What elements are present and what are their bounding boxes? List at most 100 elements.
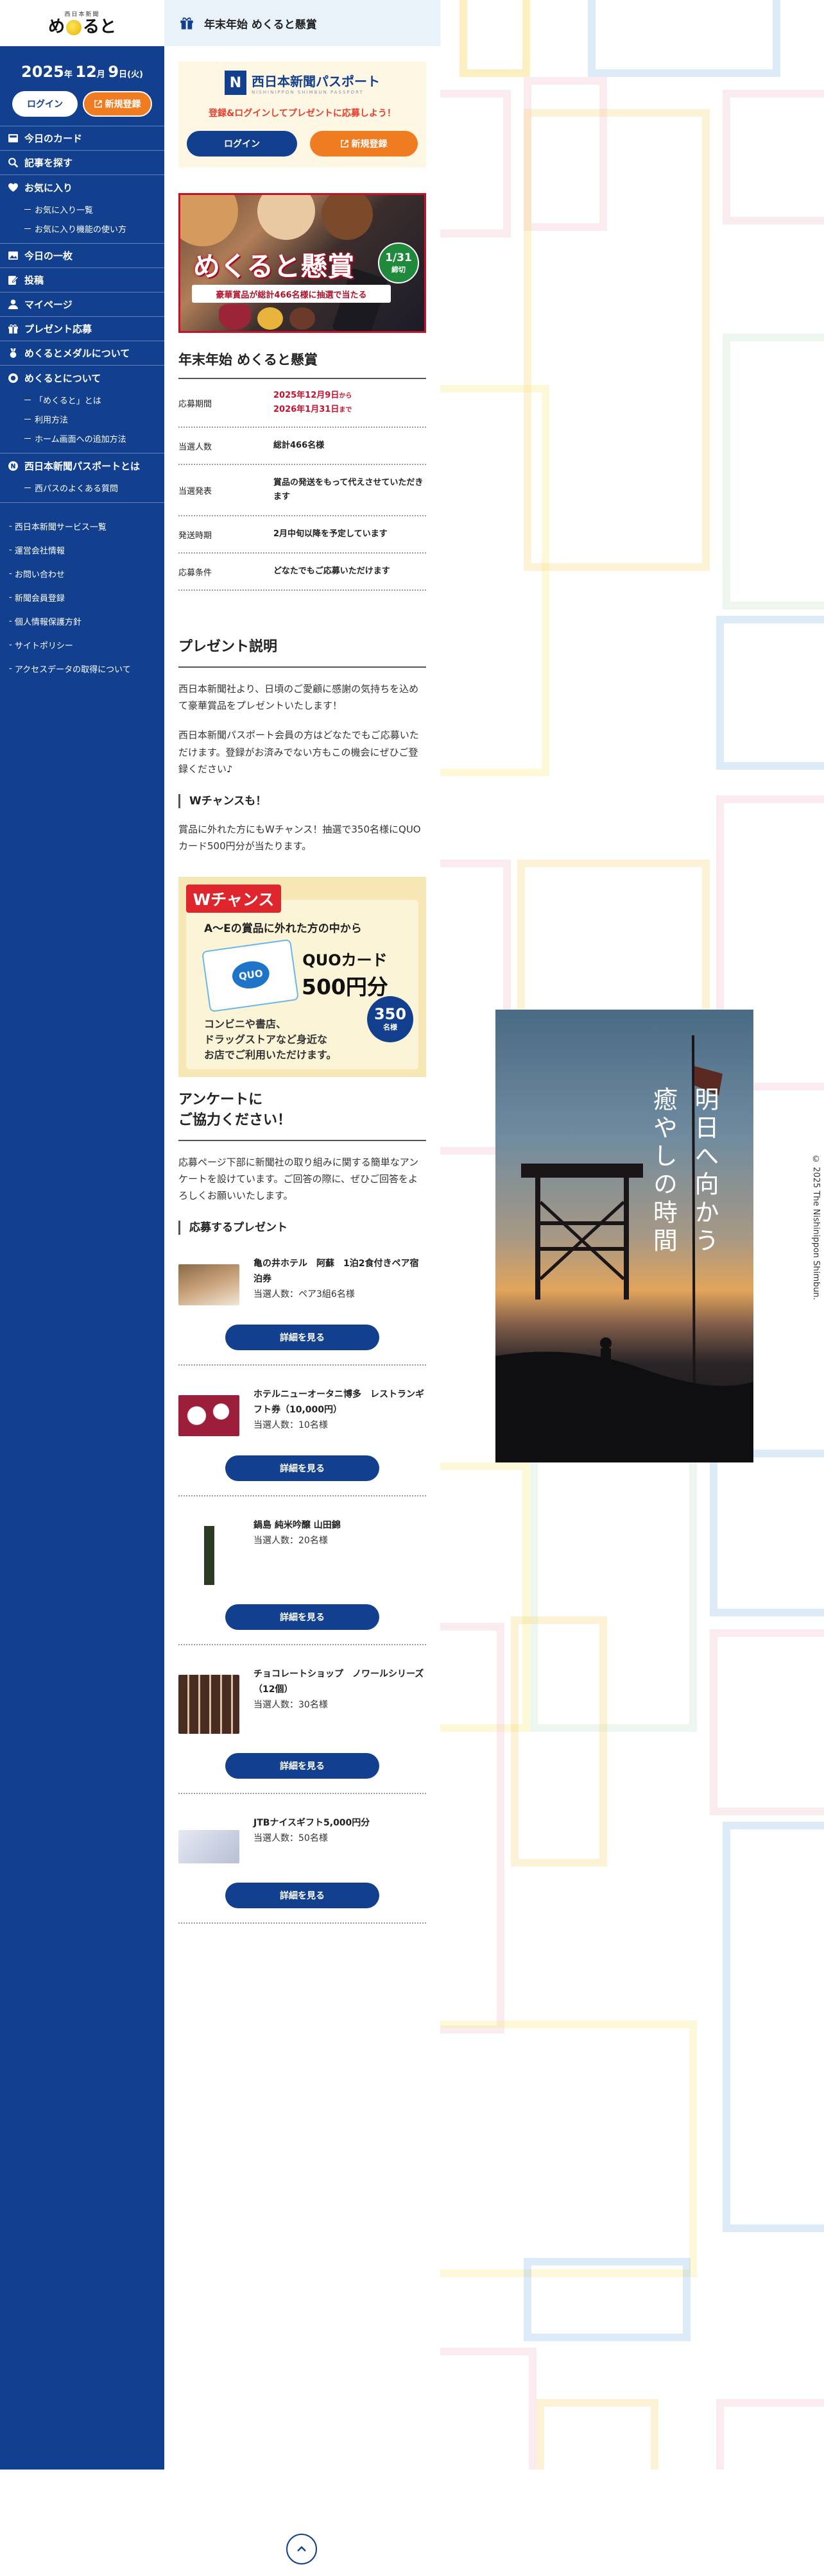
nav-about-what[interactable]: 「めくると」とは — [0, 390, 164, 409]
prize-count: 当選人数：ペア3組6名様 — [253, 1289, 355, 1300]
nav-about-group: めくるとについて 「めくると」とは 利用方法 ホーム画面への追加方法 — [0, 366, 164, 453]
logo-text-left: め — [47, 17, 65, 37]
passport-logo-mark: N — [225, 71, 246, 95]
external-link-icon — [340, 140, 348, 148]
nav-find-article-label: 記事を探す — [24, 157, 73, 169]
detail-value: 賞品の発送をもって代えさせていただきます — [273, 477, 424, 502]
page-header: 年末年始 めくると懸賞 — [164, 0, 440, 46]
footer-link-access-data[interactable]: アクセスデータの取得について — [0, 657, 164, 681]
nav-today-card[interactable]: 今日のカード — [0, 126, 164, 151]
passport-icon — [8, 461, 18, 471]
prize-detail-button[interactable]: 詳細を見る — [225, 1604, 379, 1631]
footer-link-contact[interactable]: お問い合わせ — [0, 562, 164, 586]
search-icon — [8, 158, 19, 168]
footer-link-company[interactable]: 運営会社情報 — [0, 538, 164, 562]
detail-row: 発送時期 2月中旬以降を予定しています — [178, 516, 426, 554]
gift-icon — [180, 17, 193, 30]
date-month-unit: 月 — [96, 70, 105, 80]
nav-about-usage[interactable]: 利用方法 — [0, 409, 164, 428]
detail-row: 当選発表 賞品の発送をもって代えさせていただきます — [178, 465, 426, 516]
footer-link-policy[interactable]: サイトポリシー — [0, 633, 164, 657]
passport-logo-text: 西日本新聞パスポート — [252, 73, 380, 89]
gift-icon — [8, 324, 18, 334]
nav-present-label: プレゼント応募 — [24, 323, 92, 335]
prize-count: 当選人数：50名様 — [253, 1833, 328, 1844]
passport-logo: N 西日本新聞パスポート NISHINIPPON SHIMBUN PASSPOR… — [225, 71, 380, 95]
campaign-details: 応募期間 2025年12月9日から 2026年1月31日まで 当選人数 総計46… — [164, 379, 440, 591]
sidebar-register-button[interactable]: 新規登録 — [83, 91, 152, 117]
food-decoration — [322, 195, 373, 240]
sidebar-login-button[interactable]: ログイン — [12, 91, 78, 117]
winner-count-unit: 名様 — [383, 1022, 397, 1031]
logo-wordmark: め ると — [48, 18, 116, 37]
prize-detail-button[interactable]: 詳細を見る — [225, 1325, 379, 1351]
prize-count: 当選人数：30名様 — [253, 1699, 328, 1710]
nav-find-article[interactable]: 記事を探す — [0, 151, 164, 175]
nav-present[interactable]: プレゼント応募 — [0, 317, 164, 341]
footer-link-services[interactable]: 西日本新聞サービス一覧 — [0, 514, 164, 538]
main-content: 年末年始 めくると懸賞 N 西日本新聞パスポート NISHINIPPON SHI… — [164, 0, 440, 2576]
date-year: 2025 — [21, 63, 64, 81]
wchance-head: A～Eの賞品に外れた方の中から — [204, 922, 362, 935]
winner-count: 350 — [373, 1004, 407, 1023]
wchance-image: Wチャンス A～Eの賞品に外れた方の中から QUO QUOカード 500円分 3… — [178, 876, 426, 1077]
nav-passport-faq[interactable]: 西パスのよくある質問 — [0, 478, 164, 497]
nav-mypage[interactable]: マイページ — [0, 292, 164, 317]
survey-title-line: アンケートに — [178, 1091, 263, 1108]
footer-link-privacy[interactable]: 個人情報保護方針 — [0, 609, 164, 633]
nav-post-label: 投稿 — [24, 275, 44, 286]
nav-today-card-label: 今日のカード — [24, 133, 83, 144]
date-month: 12 — [75, 63, 97, 81]
date-weekday: (火) — [127, 70, 143, 80]
prize-name: ホテルニューオータニ博多 レストランギフト券（10,000円） — [253, 1389, 424, 1416]
nav-passport-label: 西日本新聞パスポートとは — [24, 460, 141, 472]
heart-icon — [8, 183, 18, 192]
deadline-label: 締切 — [391, 266, 406, 274]
nav-about[interactable]: めくるとについて — [0, 366, 164, 390]
wchance-tag: Wチャンス — [186, 884, 281, 913]
wchance-title: Wチャンスも！ — [178, 794, 426, 809]
prize-detail-button[interactable]: 詳細を見る — [225, 1455, 379, 1482]
campaign-banner: めくると懸賞 豪華賞品が総計466名様に抽選で当たる 1/31 締切 — [178, 193, 426, 333]
banner-title: めくると懸賞 — [193, 251, 355, 282]
date-year-unit: 年 — [64, 70, 73, 80]
detail-key: 発送時期 — [178, 530, 212, 541]
nav-favorites[interactable]: お気に入り — [0, 175, 164, 199]
user-icon — [8, 300, 18, 309]
photo-caption: 明日へ向かう 癒やしの時間 — [642, 1087, 725, 1256]
photo-caption-line: 癒やしの時間 — [649, 1087, 678, 1256]
register-button[interactable]: 新規登録 — [310, 131, 418, 157]
promo-photo: 明日へ向かう 癒やしの時間 — [495, 1010, 753, 1462]
detail-key: 応募条件 — [178, 568, 212, 578]
prize-detail-button[interactable]: 詳細を見る — [225, 1883, 379, 1909]
prize-detail-button[interactable]: 詳細を見る — [225, 1753, 379, 1779]
nav-today-photo[interactable]: 今日の一枚 — [0, 244, 164, 268]
wchance-usage-line: お店でご利用いただけます。 — [204, 1048, 337, 1061]
quo-card-illustration: QUO — [202, 938, 299, 1013]
prize-name: 亀の井ホテル 阿蘇 1泊2食付きペア宿泊券 — [253, 1258, 419, 1285]
sidebar-auth: ログイン 新規登録 — [0, 87, 164, 126]
nav-post[interactable]: 投稿 — [0, 268, 164, 292]
nav-about-home[interactable]: ホーム画面への追加方法 — [0, 428, 164, 448]
period-end-suffix: まで — [339, 407, 352, 414]
explanation-text: 西日本新聞社より、日頃のご愛顧に感謝の気持ちを込めて豪華賞品をプレゼントいたしま… — [178, 682, 419, 712]
prize-thumbnail — [178, 1675, 239, 1734]
login-button[interactable]: ログイン — [187, 131, 297, 157]
footer-link-subscribe[interactable]: 新聞会員登録 — [0, 586, 164, 609]
coin-outline-icon — [8, 373, 18, 383]
nav-about-label: めくるとについて — [24, 372, 101, 384]
nav-fav-list[interactable]: お気に入り一覧 — [0, 199, 164, 219]
nav-fav-howto[interactable]: お気に入り機能の使い方 — [0, 219, 164, 238]
page-title: 年末年始 めくると懸賞 — [204, 18, 317, 31]
sidebar-register-label: 新規登録 — [105, 99, 141, 110]
passport-message: 登録&ログインしてプレゼントに応募しよう！ — [209, 108, 396, 119]
prize-name: 鍋島 純米吟醸 山田錦 — [253, 1520, 341, 1531]
survey-title-line: ご協力ください！ — [178, 1112, 292, 1128]
back-to-top-button[interactable] — [286, 2534, 317, 2564]
prize-item: JTBナイスギフト5,000円分 当選人数：50名様 詳細を見る — [178, 1794, 426, 1924]
nav-passport[interactable]: 西日本新聞パスポートとは — [0, 453, 164, 478]
site-logo[interactable]: 西日本新聞 め ると — [0, 0, 164, 46]
nav-medal[interactable]: めくるとメダルについて — [0, 341, 164, 366]
prize-item: 鍋島 純米吟醸 山田錦 当選人数：20名様 詳細を見る — [178, 1496, 426, 1646]
date-day-unit: 日 — [119, 70, 128, 80]
